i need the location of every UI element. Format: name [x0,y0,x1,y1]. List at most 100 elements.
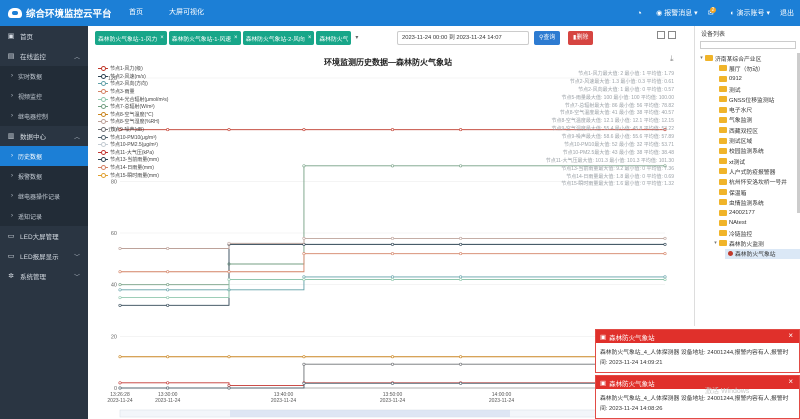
legend-item[interactable]: 节点8-空气湿度(%RH) [98,118,168,126]
dashboard-icon[interactable]: ◔ [632,8,646,18]
legend-item[interactable]: 节点4-光合辐射(μmol/m²s) [98,95,168,103]
tree-node-label: xt测试 [729,159,746,166]
logout-link[interactable]: 退出 [780,8,794,18]
sidebar-sub-video[interactable]: › 视频监控 [0,86,88,106]
tree-node[interactable]: NAtest [695,218,800,228]
data-point [302,362,306,366]
sidebar-item-system[interactable]: ✲ 系统管理 ﹀ [0,266,88,286]
legend-item[interactable]: 节点15-瞬时雨量(mm) [98,171,168,179]
chart-view-icon[interactable] [668,31,676,39]
folder-icon [719,86,727,93]
tree-node[interactable]: GNSS位移监测站 [695,94,800,104]
tree-node[interactable]: 24002177 [695,207,800,217]
tab-node[interactable]: 森林防火气象站-1-风速 × [168,31,241,45]
legend-label: 节点4-光合辐射(μmol/m²s) [110,96,169,103]
alarm-icon: ▣ [600,333,607,341]
date-range-input[interactable]: 2023-11-24 00:00 到 2023-11-24 14:07 [397,31,529,45]
data-point [166,247,170,251]
legend-label: 节点11-大气压(kPa) [110,149,154,156]
folder-icon [705,55,713,62]
legend-item[interactable]: 节点2-风向(方向) [98,80,168,88]
legend-item[interactable]: 节点10-PM2.5(μg/m³) [98,141,168,149]
search-button[interactable]: ⚲查询 [534,31,561,45]
tree-node[interactable]: 冷链监控 [695,228,800,238]
tab-node[interactable]: 森林防火气象站-1-风力 × [95,31,167,45]
tree-node[interactable]: 校园监测系统 [695,146,800,156]
alarm-menu[interactable]: ◉ 报警消息 ▾ [656,8,698,18]
legend-item[interactable]: 节点7-总辐射(W/m²) [98,103,168,111]
led-icon: ▭ [7,233,15,240]
tree-node[interactable]: 气象监测 [695,115,800,125]
tree-node[interactable]: xt测试 [695,156,800,166]
device-search-input[interactable] [700,41,796,49]
folder-icon [719,230,727,237]
data-point [459,164,463,168]
notification-button[interactable]: ✉2 [708,7,721,17]
tree-node[interactable]: 杭州怀安洛坎桥一号井 [695,177,800,187]
legend-item[interactable]: 节点2-风速(m/s) [98,73,168,81]
sidebar-item-datacenter[interactable]: ▥ 数据中心 ︿ [0,126,88,146]
delete-button[interactable]: ▮删除 [568,31,594,45]
legend-item[interactable]: 节点1-风力(级) [98,65,168,73]
sidebar-item-led-display[interactable]: ▭ LED报屏显示 ﹀ [0,246,88,266]
sidebar-item-online[interactable]: ▤ 在线监控 ︿ [0,46,88,66]
app-logo[interactable]: 综合环境监控云平台 [0,0,112,26]
legend-item[interactable]: 节点8-空气温度(℃) [98,111,168,119]
user-name: 演示账号 [736,10,765,17]
legend-label: 节点10-PM10(μg/m³) [110,134,157,141]
sidebar-sub-history[interactable]: › 历史数据 [0,146,88,166]
delete-button-label: 删除 [576,35,589,41]
tab-node[interactable]: 森林防火气象站-2-风向 × [242,31,315,45]
chevron-up-icon: ︿ [73,134,80,141]
tree-node-label: NAtest [729,219,747,226]
stat-line: 节点11-大气压最大值: 101.3 最小值: 101.3 平均值: 101.3… [545,157,674,164]
tab-node[interactable]: 森林防火气 [316,31,352,45]
sidebar-sub-alarm-data[interactable]: › 报警数据 [0,166,88,186]
tree-node-label: 测试区域 [729,139,753,146]
close-icon[interactable]: × [308,35,312,41]
close-icon[interactable]: × [234,35,238,41]
legend-item[interactable]: 节点9-噪声(dB) [98,126,168,134]
data-point [302,381,306,385]
tree-node[interactable]: 电子水尺 [695,104,800,114]
sidebar-sub-relay-log[interactable]: › 继电器操作记录 [0,186,88,206]
tree-node[interactable]: 测试 [695,84,800,94]
user-menu[interactable]: ◐ 演示账号 ▾ [730,8,770,18]
legend-item[interactable]: 节点14-日雨量(mm) [98,164,168,172]
tree-node[interactable]: 0912 [695,74,800,84]
table-view-icon[interactable] [657,31,665,39]
tree-node[interactable]: 测试区域 [695,135,800,145]
tree-node[interactable]: 人户式防疫报警器 [695,166,800,176]
nav-big-screen[interactable]: 大屏可视化 [156,0,217,26]
legend-label: 节点10-PM2.5(μg/m³) [110,142,158,149]
sidebar-item-led-screen[interactable]: ▭ LED大屏管理 [0,226,88,246]
close-icon[interactable]: × [788,377,793,386]
tree-node[interactable]: 虫情监测系统 [695,197,800,207]
tree-node[interactable]: ▾ 森林防火监测 [695,238,800,248]
tree-node[interactable]: 展厅（勿动） [695,63,800,73]
tree-node[interactable]: 西藏双控区 [695,125,800,135]
tree-node-station[interactable]: 森林防火气象站 [725,248,800,259]
download-icon[interactable]: ⤓ [670,54,674,64]
data-point [166,381,170,385]
legend-swatch [98,66,108,72]
tabs-dropdown-icon[interactable]: ▾ [353,31,358,45]
data-point [166,283,170,287]
legend-swatch [98,172,108,178]
tree-node[interactable]: ▾ 济南某综合产业区 [695,53,800,63]
legend-item[interactable]: 节点13-当前雨量(mm) [98,156,168,164]
sidebar-item-home[interactable]: ▣ 首页 [0,26,88,46]
nav-home[interactable]: 首页 [116,0,156,26]
legend-item[interactable]: 节点10-PM10(μg/m³) [98,133,168,141]
close-icon[interactable]: × [788,331,793,340]
device-tree-title: 设备列表 [701,32,726,38]
x-tick-label: 2023-11-24 [271,398,296,404]
search-button-label: 查询 [543,35,556,41]
sidebar-sub-relay[interactable]: › 继电器控制 [0,106,88,126]
close-icon[interactable]: × [160,35,164,41]
sidebar-sub-remote-log[interactable]: › 遥知记录 [0,206,88,226]
sidebar-sub-realtime[interactable]: › 实时数据 [0,66,88,86]
legend-item[interactable]: 节点11-大气压(kPa) [98,149,168,157]
legend-item[interactable]: 节点3-雨量 [98,88,168,96]
tree-node[interactable]: 保温箱 [695,187,800,197]
